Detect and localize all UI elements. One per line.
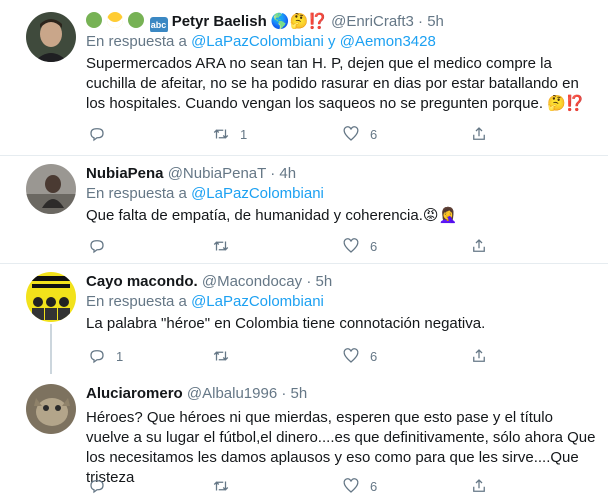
tweet-text: Supermercados ARA no sean tan H. P, deje… — [86, 55, 585, 112]
reply-count: 1 — [116, 348, 124, 364]
share-button[interactable] — [470, 234, 488, 258]
reply-button[interactable] — [88, 474, 116, 496]
retweet-button[interactable] — [212, 234, 240, 258]
tweet-text: Que falta de empatía, de humanidad y coh… — [86, 207, 458, 224]
tweet-text: La palabra "héroe" en Colombia tiene con… — [86, 315, 486, 332]
share-button[interactable] — [470, 122, 488, 146]
replying-to: En respuesta a @LaPazColombiani — [86, 184, 600, 204]
like-count: 6 — [370, 126, 378, 142]
tweet[interactable]: abc Petyr Baelish 🌎🤔⁉️ @EnriCraft3 · 5h … — [0, 0, 608, 155]
display-name[interactable]: Petyr Baelish — [172, 13, 267, 30]
retweet-icon — [213, 481, 229, 491]
replying-to: En respuesta a @LaPazColombiani y @Aemon… — [86, 32, 600, 52]
retweet-button[interactable]: 1 — [212, 122, 247, 146]
tweet[interactable]: Cayo macondo. @Macondocay · 5h En respue… — [0, 264, 608, 376]
like-button[interactable]: 6 — [342, 234, 377, 258]
retweet-button[interactable] — [212, 344, 240, 368]
retweet-icon — [213, 351, 229, 361]
like-count: 6 — [370, 348, 378, 364]
separator-dot: · — [418, 13, 424, 30]
separator-dot: · — [281, 385, 287, 402]
replying-to: En respuesta a @LaPazColombiani — [86, 292, 600, 312]
reply-icon — [90, 240, 104, 254]
tweet-header: Aluciaromero @Albalu1996 · 5h — [86, 384, 600, 404]
name-suffix-emojis: 🌎🤔⁉️ — [270, 13, 327, 30]
user-handle[interactable]: @Macondocay — [202, 273, 302, 290]
replying-prefix: En respuesta a — [86, 33, 187, 50]
display-name[interactable]: NubiaPena — [86, 165, 164, 182]
replying-to-link[interactable]: @LaPazColombiani y @Aemon3428 — [191, 33, 436, 50]
like-button[interactable]: 6 — [342, 344, 377, 368]
share-button[interactable] — [470, 344, 488, 368]
share-button[interactable] — [470, 474, 488, 496]
heart-icon — [343, 348, 359, 363]
thread-line — [50, 324, 52, 374]
separator-dot: · — [306, 273, 312, 290]
reply-button[interactable] — [88, 122, 116, 146]
tweet-time[interactable]: 5h — [315, 273, 332, 290]
heart-icon — [343, 478, 359, 493]
retweet-button[interactable] — [212, 474, 240, 496]
avatar[interactable] — [26, 272, 76, 322]
retweet-icon — [213, 241, 229, 251]
tweet-time[interactable]: 5h — [291, 385, 308, 402]
reply-button[interactable]: 1 — [88, 344, 123, 368]
like-button[interactable]: 6 — [342, 122, 377, 146]
avatar[interactable] — [26, 164, 76, 214]
separator-dot: · — [270, 165, 276, 182]
tweet[interactable]: NubiaPena @NubiaPenaT · 4h En respuesta … — [0, 156, 608, 263]
like-button[interactable]: 6 — [342, 474, 377, 496]
tweet-header: NubiaPena @NubiaPenaT · 4h — [86, 164, 600, 184]
display-name[interactable]: Cayo macondo. — [86, 273, 198, 290]
share-icon — [473, 239, 485, 252]
abc-icon: abc — [149, 17, 168, 32]
tweet-header: abc Petyr Baelish 🌎🤔⁉️ @EnriCraft3 · 5h — [86, 12, 600, 32]
replying-prefix: En respuesta a — [86, 185, 187, 202]
tweet-header: Cayo macondo. @Macondocay · 5h — [86, 272, 600, 292]
display-name[interactable]: Aluciaromero — [86, 385, 183, 402]
avocado-icon — [86, 12, 102, 28]
replying-to-link[interactable]: @LaPazColombiani — [191, 185, 324, 202]
share-icon — [473, 349, 485, 362]
retweet-count: 1 — [240, 126, 248, 142]
reply-icon — [90, 350, 104, 364]
tweet-time[interactable]: 5h — [427, 13, 444, 30]
like-count: 6 — [370, 478, 378, 494]
reply-icon — [90, 480, 104, 494]
heart-icon — [343, 238, 359, 253]
replying-to-link[interactable]: @LaPazColombiani — [191, 293, 324, 310]
mask-face-icon — [107, 12, 124, 28]
avatar[interactable] — [26, 12, 76, 62]
share-icon — [473, 127, 485, 140]
reply-icon — [90, 128, 104, 142]
heart-icon — [343, 126, 359, 141]
avatar[interactable] — [26, 384, 76, 434]
like-count: 6 — [370, 238, 378, 254]
share-icon — [473, 479, 485, 492]
tweet[interactable]: Aluciaromero @Albalu1996 · 5h Héroes? Qu… — [0, 376, 608, 496]
user-handle[interactable]: @Albalu1996 — [187, 385, 277, 402]
user-handle[interactable]: @EnriCraft3 — [331, 13, 414, 30]
replying-prefix: En respuesta a — [86, 293, 187, 310]
user-handle[interactable]: @NubiaPenaT — [168, 165, 266, 182]
tweet-time[interactable]: 4h — [279, 165, 296, 182]
retweet-icon — [213, 129, 229, 139]
dragon-face-icon — [128, 12, 145, 28]
reply-button[interactable] — [88, 234, 116, 258]
